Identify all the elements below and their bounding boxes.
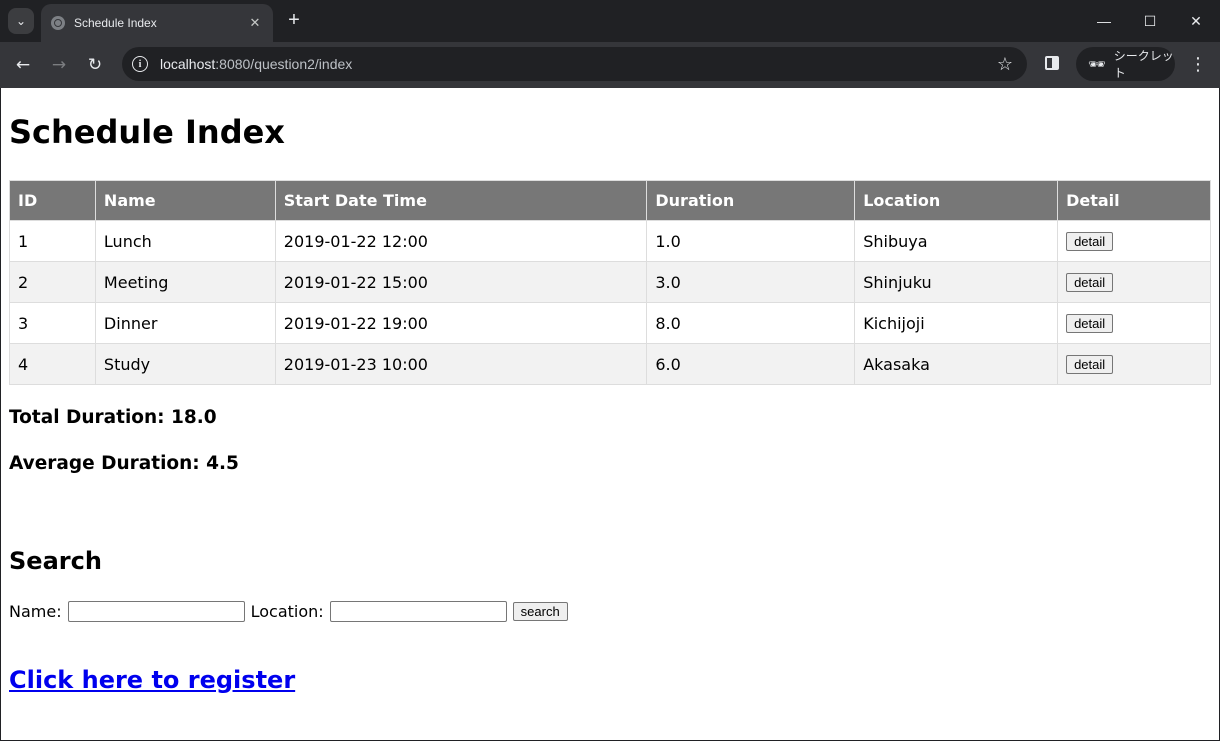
search-heading: Search xyxy=(9,547,102,575)
register-link[interactable]: Click here to register xyxy=(9,666,295,694)
name-label: Name: xyxy=(9,602,62,621)
cell-id: 1 xyxy=(9,220,96,262)
cell-id: 4 xyxy=(9,343,96,385)
cell-id: 3 xyxy=(9,302,96,344)
cell-location: Kichijoji xyxy=(854,302,1059,344)
new-tab-plus-icon[interactable]: + xyxy=(284,10,304,30)
cell-start: 2019-01-22 19:00 xyxy=(274,302,648,344)
cell-detail: detail xyxy=(1057,220,1211,262)
globe-icon xyxy=(51,16,65,30)
total-duration: Total Duration: 18.0 xyxy=(9,407,217,428)
cell-duration: 8.0 xyxy=(646,302,856,344)
location-label: Location: xyxy=(250,602,324,621)
browser-menu-icon[interactable]: ⋮ xyxy=(1188,52,1208,78)
side-panel-icon[interactable] xyxy=(1045,56,1059,70)
cell-id: 2 xyxy=(9,261,96,303)
detail-button[interactable]: detail xyxy=(1066,314,1114,333)
header-location: Location xyxy=(854,180,1059,221)
tab-title: Schedule Index xyxy=(74,16,157,30)
cell-duration: 6.0 xyxy=(646,343,856,385)
table-header-row: ID Name Start Date Time Duration Locatio… xyxy=(9,180,1211,221)
cell-start: 2019-01-22 12:00 xyxy=(274,220,648,262)
table-row: 3 Dinner 2019-01-22 19:00 8.0 Kichijoji … xyxy=(9,302,1211,344)
incognito-badge[interactable]: 🕶 シークレット xyxy=(1076,47,1175,81)
window-close-icon[interactable]: ✕ xyxy=(1181,8,1211,34)
page-content: Schedule Index ID Name Start Date Time D… xyxy=(1,113,1219,694)
address-bar[interactable]: i localhost:8080/question2/index ☆ xyxy=(122,47,1027,81)
cell-name: Lunch xyxy=(94,220,276,262)
cell-detail: detail xyxy=(1057,302,1211,344)
incognito-icon: 🕶 xyxy=(1088,55,1106,72)
search-form: Name: Location: search xyxy=(9,601,1211,622)
location-input[interactable] xyxy=(329,601,507,622)
table-row: 2 Meeting 2019-01-22 15:00 3.0 Shinjuku … xyxy=(9,261,1211,303)
detail-button[interactable]: detail xyxy=(1066,355,1114,374)
maximize-icon[interactable]: ☐ xyxy=(1135,8,1165,34)
cell-start: 2019-01-22 15:00 xyxy=(274,261,648,303)
table-row: 1 Lunch 2019-01-22 12:00 1.0 Shibuya det… xyxy=(9,220,1211,262)
tab-search-chevron-icon[interactable]: ⌄ xyxy=(8,8,34,34)
url-path: :8080/question2/index xyxy=(215,56,353,72)
forward-arrow-icon[interactable]: → xyxy=(46,52,72,78)
cell-name: Study xyxy=(94,343,276,385)
page-viewport: Schedule Index ID Name Start Date Time D… xyxy=(1,88,1219,740)
back-arrow-icon[interactable]: ← xyxy=(10,52,36,78)
site-info-icon[interactable]: i xyxy=(132,56,148,72)
reload-icon[interactable]: ↻ xyxy=(82,52,108,78)
tab-close-icon[interactable]: ✕ xyxy=(245,15,265,31)
minimize-icon[interactable]: — xyxy=(1089,8,1119,34)
cell-location: Shinjuku xyxy=(854,261,1059,303)
cell-start: 2019-01-23 10:00 xyxy=(274,343,648,385)
name-input[interactable] xyxy=(67,601,245,622)
search-button[interactable]: search xyxy=(512,602,568,621)
browser-toolbar: ← → ↻ i localhost:8080/question2/index ☆… xyxy=(0,42,1220,88)
header-duration: Duration xyxy=(646,180,856,221)
header-name: Name xyxy=(94,180,276,221)
url-text[interactable]: localhost:8080/question2/index xyxy=(160,56,997,72)
header-detail: Detail xyxy=(1057,180,1211,221)
cell-location: Shibuya xyxy=(854,220,1059,262)
schedule-table: ID Name Start Date Time Duration Locatio… xyxy=(9,180,1211,385)
browser-titlebar: ⌄ Schedule Index ✕ + — ☐ ✕ xyxy=(0,0,1220,42)
bookmark-star-icon[interactable]: ☆ xyxy=(997,54,1013,75)
cell-name: Meeting xyxy=(94,261,276,303)
header-id: ID xyxy=(9,180,96,221)
cell-location: Akasaka xyxy=(854,343,1059,385)
cell-duration: 1.0 xyxy=(646,220,856,262)
page-title: Schedule Index xyxy=(9,113,285,151)
incognito-label: シークレット xyxy=(1113,49,1174,80)
cell-name: Dinner xyxy=(94,302,276,344)
browser-tab[interactable]: Schedule Index ✕ xyxy=(41,4,273,42)
header-start-date-time: Start Date Time xyxy=(274,180,648,221)
detail-button[interactable]: detail xyxy=(1066,273,1114,292)
table-row: 4 Study 2019-01-23 10:00 6.0 Akasaka det… xyxy=(9,343,1211,385)
cell-detail: detail xyxy=(1057,261,1211,303)
url-host: localhost xyxy=(160,56,216,72)
cell-detail: detail xyxy=(1057,343,1211,385)
detail-button[interactable]: detail xyxy=(1066,232,1114,251)
average-duration: Average Duration: 4.5 xyxy=(9,453,239,474)
cell-duration: 3.0 xyxy=(646,261,856,303)
